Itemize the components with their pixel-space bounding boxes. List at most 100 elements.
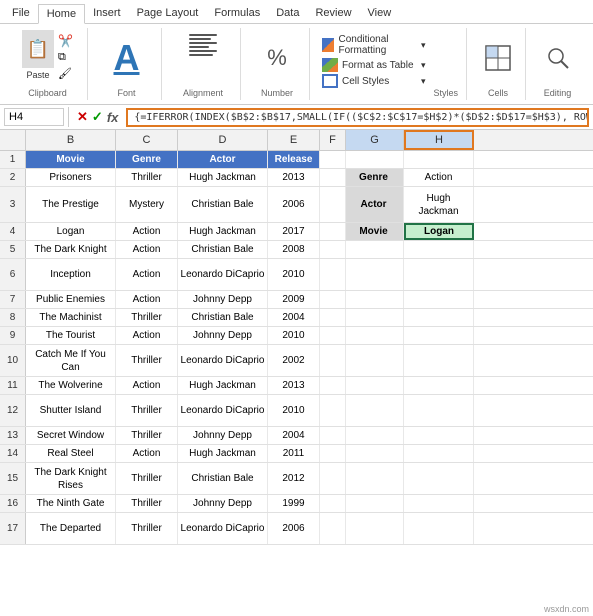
cell-d17[interactable]: Leonardo DiCaprio [178, 513, 268, 544]
cell-d3[interactable]: Christian Bale [178, 187, 268, 222]
cell-h1[interactable] [404, 151, 474, 168]
row-num-6[interactable]: 6 [0, 259, 26, 290]
cell-b6[interactable]: Inception [26, 259, 116, 290]
col-header-b[interactable]: B [26, 130, 116, 150]
cell-d15[interactable]: Christian Bale [178, 463, 268, 494]
cell-e12[interactable]: 2010 [268, 395, 320, 426]
col-header-f[interactable]: F [320, 130, 346, 150]
cell-c4[interactable]: Action [116, 223, 178, 240]
col-header-e[interactable]: E [268, 130, 320, 150]
cell-c6[interactable]: Action [116, 259, 178, 290]
cell-c1[interactable]: Genre [116, 151, 178, 168]
cell-g10[interactable] [346, 345, 404, 376]
cell-d16[interactable]: Johnny Depp [178, 495, 268, 512]
cell-e5[interactable]: 2008 [268, 241, 320, 258]
cell-h3[interactable]: Hugh Jackman [404, 187, 474, 222]
cell-b7[interactable]: Public Enemies [26, 291, 116, 308]
col-header-d[interactable]: D [178, 130, 268, 150]
cell-f13[interactable] [320, 427, 346, 444]
cancel-formula-icon[interactable]: ✕ [77, 109, 88, 125]
cell-d1[interactable]: Actor [178, 151, 268, 168]
row-num-11[interactable]: 11 [0, 377, 26, 394]
row-num-13[interactable]: 13 [0, 427, 26, 444]
cell-c12[interactable]: Thriller [116, 395, 178, 426]
cell-f9[interactable] [320, 327, 346, 344]
cell-f4[interactable] [320, 223, 346, 240]
cell-h6[interactable] [404, 259, 474, 290]
cell-e9[interactable]: 2010 [268, 327, 320, 344]
tab-formulas[interactable]: Formulas [206, 4, 268, 23]
cell-styles-button[interactable]: Cell Styles ▾ [322, 74, 425, 88]
conditional-formatting-button[interactable]: Conditional Formatting ▾ [322, 34, 425, 56]
cell-f3[interactable] [320, 187, 346, 222]
cell-g3[interactable]: Actor [346, 187, 404, 222]
cell-d2[interactable]: Hugh Jackman [178, 169, 268, 186]
row-num-10[interactable]: 10 [0, 345, 26, 376]
cell-d9[interactable]: Johnny Depp [178, 327, 268, 344]
cell-g14[interactable] [346, 445, 404, 462]
cell-f17[interactable] [320, 513, 346, 544]
format-painter-button[interactable]: 🖌 [58, 67, 73, 80]
cell-b9[interactable]: The Tourist [26, 327, 116, 344]
cell-b3[interactable]: The Prestige [26, 187, 116, 222]
cell-c10[interactable]: Thriller [116, 345, 178, 376]
cell-c7[interactable]: Action [116, 291, 178, 308]
cell-g12[interactable] [346, 395, 404, 426]
cell-g17[interactable] [346, 513, 404, 544]
cell-h16[interactable] [404, 495, 474, 512]
tab-home[interactable]: Home [38, 4, 85, 24]
cell-c2[interactable]: Thriller [116, 169, 178, 186]
row-num-5[interactable]: 5 [0, 241, 26, 258]
cell-f14[interactable] [320, 445, 346, 462]
cell-g7[interactable] [346, 291, 404, 308]
cond-format-dropdown-icon[interactable]: ▾ [421, 40, 426, 51]
cell-h10[interactable] [404, 345, 474, 376]
col-header-h[interactable]: H [404, 130, 474, 150]
cell-b8[interactable]: The Machinist [26, 309, 116, 326]
cell-c14[interactable]: Action [116, 445, 178, 462]
cell-e2[interactable]: 2013 [268, 169, 320, 186]
cell-g9[interactable] [346, 327, 404, 344]
cell-d12[interactable]: Leonardo DiCaprio [178, 395, 268, 426]
row-num-16[interactable]: 16 [0, 495, 26, 512]
cell-c17[interactable]: Thriller [116, 513, 178, 544]
copy-button[interactable]: ⧉ [58, 51, 73, 64]
cell-c3[interactable]: Mystery [116, 187, 178, 222]
cell-f6[interactable] [320, 259, 346, 290]
cell-c15[interactable]: Thriller [116, 463, 178, 494]
row-num-12[interactable]: 12 [0, 395, 26, 426]
row-num-17[interactable]: 17 [0, 513, 26, 544]
cell-h8[interactable] [404, 309, 474, 326]
cell-e11[interactable]: 2013 [268, 377, 320, 394]
cell-f16[interactable] [320, 495, 346, 512]
cell-e17[interactable]: 2006 [268, 513, 320, 544]
cell-h4[interactable]: Logan [404, 223, 474, 240]
cell-d5[interactable]: Christian Bale [178, 241, 268, 258]
row-num-15[interactable]: 15 [0, 463, 26, 494]
cell-e8[interactable]: 2004 [268, 309, 320, 326]
cell-g13[interactable] [346, 427, 404, 444]
cell-g4[interactable]: Movie [346, 223, 404, 240]
cell-h5[interactable] [404, 241, 474, 258]
cell-d6[interactable]: Leonardo DiCaprio [178, 259, 268, 290]
cell-f7[interactable] [320, 291, 346, 308]
cell-g11[interactable] [346, 377, 404, 394]
cell-f12[interactable] [320, 395, 346, 426]
cell-g15[interactable] [346, 463, 404, 494]
cell-f15[interactable] [320, 463, 346, 494]
cell-b17[interactable]: The Departed [26, 513, 116, 544]
cell-e10[interactable]: 2002 [268, 345, 320, 376]
cell-reference-input[interactable] [4, 108, 64, 126]
tab-page-layout[interactable]: Page Layout [129, 4, 207, 23]
cell-b11[interactable]: The Wolverine [26, 377, 116, 394]
row-num-1[interactable]: 1 [0, 151, 26, 168]
cell-g2[interactable]: Genre [346, 169, 404, 186]
cell-b12[interactable]: Shutter Island [26, 395, 116, 426]
cell-f5[interactable] [320, 241, 346, 258]
row-num-8[interactable]: 8 [0, 309, 26, 326]
cell-d10[interactable]: Leonardo DiCaprio [178, 345, 268, 376]
cell-g5[interactable] [346, 241, 404, 258]
cell-b1[interactable]: Movie [26, 151, 116, 168]
paste-button[interactable]: 📋 Paste [22, 30, 54, 80]
cell-c11[interactable]: Action [116, 377, 178, 394]
